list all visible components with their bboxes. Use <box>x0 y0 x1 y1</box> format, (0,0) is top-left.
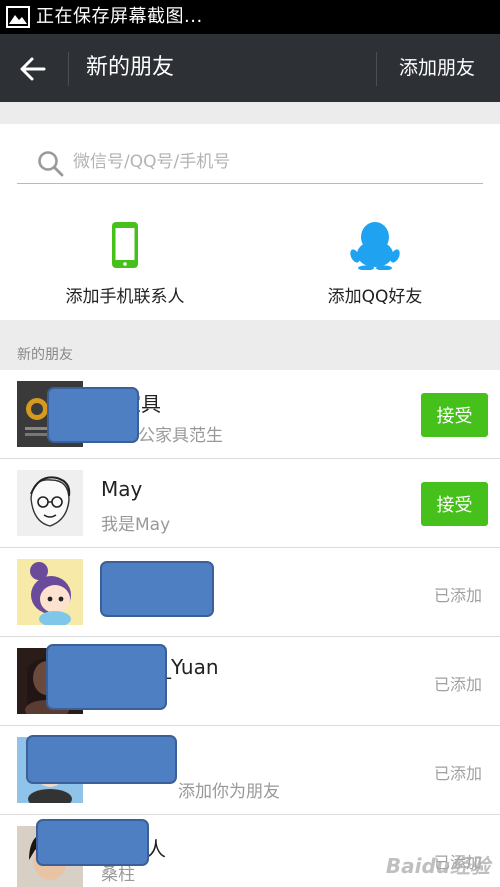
redaction-block <box>26 735 177 784</box>
nav-bar: 新的朋友 添加朋友 <box>0 34 500 102</box>
watermark: Baidu经验 <box>385 854 490 878</box>
avatar <box>17 559 83 625</box>
redaction-block <box>100 561 214 617</box>
add-qq-friends-label: 添加QQ好友 <box>327 287 423 307</box>
redaction-block <box>46 644 167 710</box>
status-bar: 正在保存屏幕截图... <box>0 0 500 34</box>
friend-request-row[interactable]: May 我是May 接受 <box>0 459 500 548</box>
friend-request-row[interactable]: _Yuan 已添加 <box>0 637 500 726</box>
friend-request-row[interactable]: 添加你为朋友 已添加 <box>0 726 500 815</box>
search-bar <box>0 124 500 200</box>
back-arrow-icon[interactable] <box>16 52 52 86</box>
add-qq-friends-button[interactable]: 添加QQ好友 <box>250 200 500 320</box>
add-phone-contacts-button[interactable]: 添加手机联系人 <box>0 200 250 320</box>
picture-icon <box>6 6 30 28</box>
section-header: 新的朋友 <box>0 320 500 370</box>
nav-divider <box>68 52 69 86</box>
page-title: 新的朋友 <box>86 55 175 80</box>
avatar <box>17 470 83 536</box>
friend-message: 我是May <box>101 515 171 535</box>
added-status: 已添加 <box>433 586 482 605</box>
qq-penguin-icon <box>250 220 500 271</box>
accept-button[interactable]: 接受 <box>421 393 488 437</box>
redaction-block <box>36 819 149 866</box>
added-status: 已添加 <box>433 764 482 783</box>
search-underline <box>17 183 483 184</box>
accept-button[interactable]: 接受 <box>421 482 488 526</box>
quick-actions: 添加手机联系人 添加QQ好友 <box>0 200 500 320</box>
spacer <box>0 102 500 124</box>
phone-icon <box>0 220 250 270</box>
add-phone-contacts-label: 添加手机联系人 <box>65 287 185 307</box>
search-input[interactable] <box>73 146 473 178</box>
redaction-block <box>47 387 139 443</box>
friend-name: May <box>101 477 143 501</box>
search-icon <box>37 150 65 178</box>
friend-request-row[interactable]: 已添加 <box>0 548 500 637</box>
section-title: 新的朋友 <box>17 347 73 363</box>
friend-name: _Yuan <box>161 655 219 679</box>
added-status: 已添加 <box>433 675 482 694</box>
friend-message: 添加你为朋友 <box>178 782 280 802</box>
friend-request-row[interactable]: 家具 办公家具范生 接受 <box>0 370 500 459</box>
add-friend-button[interactable]: 添加朋友 <box>399 34 475 102</box>
status-text: 正在保存屏幕截图... <box>36 6 203 27</box>
friend-name: 人 <box>146 837 166 861</box>
nav-divider <box>376 52 377 86</box>
